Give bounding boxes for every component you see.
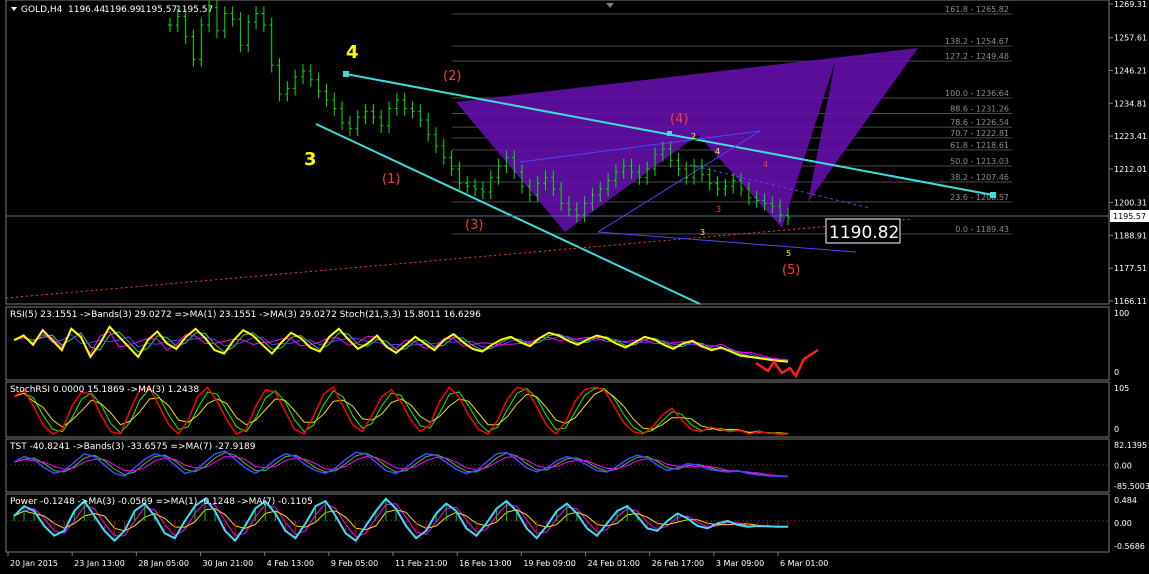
time-tick-label: 30 Jan 21:00 [203, 559, 254, 568]
symbol-title: GOLD,H4 [21, 5, 63, 15]
price-tick-label: 1200.31 [1114, 199, 1147, 208]
chart-background [0, 0, 1149, 574]
indicator-axis-label: 0.00 [1114, 519, 1132, 528]
indicator-axis-label: 105 [1114, 384, 1129, 393]
time-tick-label: 4 Feb 13:00 [267, 559, 314, 568]
trading-chart[interactable]: GOLD,H4 1196.44 1196.99 1195.57 1195.57 … [0, 0, 1149, 574]
fib-level-label: 161.8 - 1265.82 [945, 5, 1009, 14]
time-tick-label: 28 Jan 05:00 [138, 559, 189, 568]
fib-level-label: 50.0 - 1213.03 [950, 157, 1009, 166]
time-tick-label: 23 Jan 13:00 [74, 559, 125, 568]
price-tick-label: 1246.21 [1114, 66, 1147, 75]
minor-wave-2: 2 [691, 132, 696, 141]
time-tick-label: 11 Feb 21:00 [395, 559, 447, 568]
time-tick-label: 26 Feb 17:00 [652, 559, 704, 568]
fib-level-label: 61.8 - 1218.61 [950, 141, 1009, 150]
minor-wave-4: 4 [715, 147, 720, 156]
indicator-label: TST -40.8241 ->Bands(3) -33.6575 =>MA(7)… [9, 442, 256, 452]
time-tick-label: 16 Feb 13:00 [459, 559, 511, 568]
indicator-label: StochRSI 0.0000 15.1869 ->MA(3) 1.2438 [10, 385, 199, 395]
wave-label-paren-1: (1) [382, 172, 400, 187]
minor-red-wave-4: 4 [763, 160, 768, 169]
fib-level-label: 0.0 - 1189.43 [955, 225, 1009, 234]
channel-anchor-handle-end[interactable] [990, 192, 996, 198]
fib-level-label: 138.2 - 1254.67 [945, 37, 1009, 46]
price-tick-label: 1177.51 [1114, 264, 1147, 273]
time-tick-label: 20 Jan 2015 [10, 559, 58, 568]
wave-label-paren-2: (2) [443, 69, 461, 84]
price-tick-label: 1269.31 [1114, 0, 1147, 9]
price-tick-label: 1223.41 [1114, 132, 1147, 141]
minor-red-wave-3: 3 [716, 205, 721, 214]
current-price-value: 1195.57 [1113, 212, 1146, 221]
fib-level-label: 88.6 - 1231.26 [950, 105, 1009, 114]
wave-label-paren-4: (4) [670, 112, 688, 127]
indicator-axis-label: 100 [1114, 309, 1129, 318]
fib-level-label: 78.6 - 1226.54 [950, 118, 1009, 127]
time-tick-label: 3 Mar 09:00 [716, 559, 764, 568]
wave-label-paren-5: (5) [782, 263, 800, 278]
fib-level-label: 127.2 - 1249.48 [945, 52, 1009, 61]
indicator-axis-label: -85.5003 [1114, 482, 1149, 491]
ohlc-high: 1196.99 [104, 5, 141, 15]
time-tick-label: 24 Feb 01:00 [588, 559, 640, 568]
price-tick-label: 1212.01 [1114, 165, 1147, 174]
fib-level-label: 38.2 - 1207.46 [950, 173, 1009, 182]
price-tick-label: 1166.11 [1114, 297, 1147, 306]
indicator-axis-label: 0 [1114, 368, 1119, 377]
fib-level-label: 70.7 - 1222.81 [950, 129, 1009, 138]
ohlc-close: 1195.57 [176, 5, 213, 15]
wave-label-4: 4 [346, 42, 359, 63]
indicator-axis-label: 82.1395 [1114, 441, 1147, 450]
indicator-axis-label: 0.00 [1114, 462, 1132, 471]
indicator-label: RSI(5) 23.1551 ->Bands(3) 29.0272 =>MA(1… [10, 310, 481, 320]
price-tick-label: 1188.91 [1114, 231, 1147, 240]
indicator-axis-label: 0.484 [1114, 496, 1137, 505]
wave-label-paren-3: (3) [465, 218, 483, 233]
ohlc-open: 1196.44 [68, 5, 105, 15]
wave-label-3: 3 [304, 149, 317, 170]
minor-wave-5: 5 [786, 249, 791, 258]
indicator-axis-label: 0 [1114, 425, 1119, 434]
channel-anchor-handle[interactable] [343, 71, 349, 77]
fib-level-label: 100.0 - 1236.64 [945, 89, 1009, 98]
time-tick-label: 6 Mar 01:00 [780, 559, 828, 568]
minor-wave-3: 3 [700, 228, 705, 237]
fib-level-label: 23.6 - 1200.57 [950, 193, 1009, 202]
indicator-label: Power -0.1248 ->MA(3) -0.0569 =>MA(1) -0… [10, 497, 313, 507]
time-tick-label: 19 Feb 09:00 [523, 559, 575, 568]
ohlc-low: 1195.57 [140, 5, 177, 15]
price-callout-value: 1190.82 [829, 223, 899, 243]
channel-mid-handle[interactable] [667, 131, 672, 136]
price-tick-label: 1234.81 [1114, 99, 1147, 108]
time-tick-label: 9 Feb 05:00 [331, 559, 378, 568]
indicator-axis-label: -0.5686 [1114, 542, 1145, 551]
price-tick-label: 1257.61 [1114, 34, 1147, 43]
